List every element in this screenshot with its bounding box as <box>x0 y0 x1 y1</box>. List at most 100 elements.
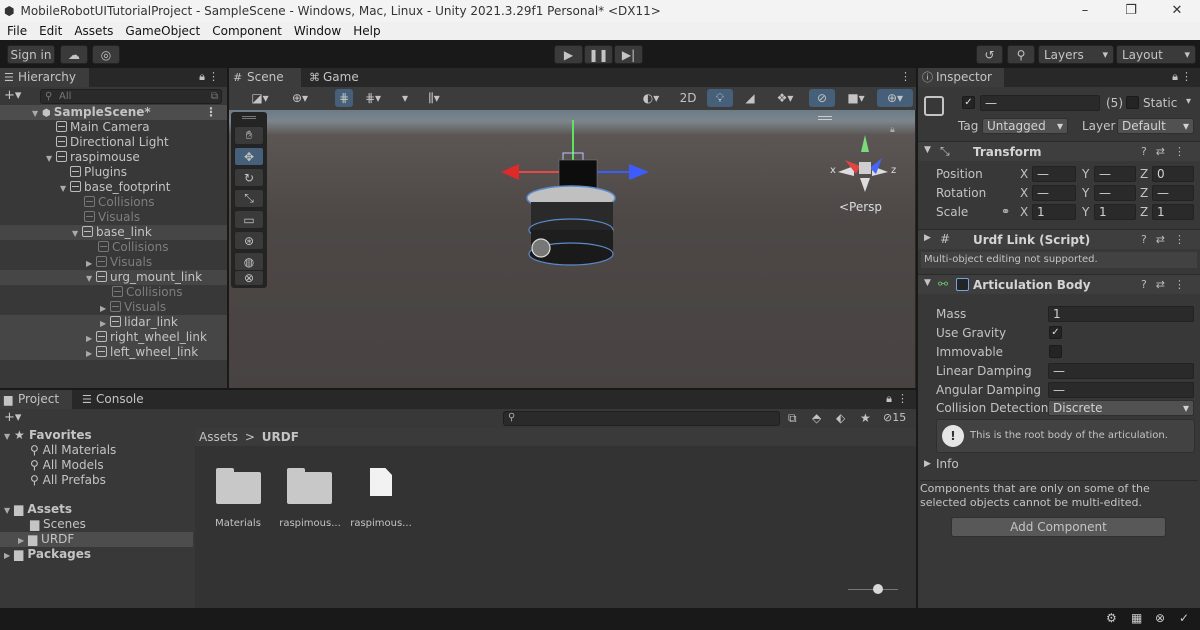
component-actions[interactable]: ?⇄⋮ <box>1141 145 1194 158</box>
lighting-toggle[interactable]: 💡︎ <box>707 89 733 107</box>
assets-group[interactable]: ▼ ▆ Assets <box>0 502 193 517</box>
expand-arrow-icon[interactable]: ▼ <box>4 429 14 444</box>
hand-tool-button[interactable]: ✋︎ <box>234 126 264 145</box>
expand-arrow-icon[interactable]: ▼ <box>46 151 56 166</box>
history-icon[interactable]: ↺ <box>976 45 1003 64</box>
rect-tool-button[interactable]: ▭ <box>234 210 264 229</box>
scene-viewport[interactable]: ✋︎ ✥ ↻ ⤡ ▭ ⊛ ◍ ⊗ x z 🔒︎ <Persp <box>229 110 915 388</box>
effects-dropdown[interactable]: ❖▾ <box>767 89 803 107</box>
favorite-all-models[interactable]: ⚲ All Models <box>0 458 193 473</box>
expand-arrow-icon[interactable]: ▶ <box>100 316 110 331</box>
tab-project[interactable]: ▆ Project <box>0 390 72 409</box>
expand-arrow-icon[interactable]: ▶ <box>86 331 96 346</box>
hierarchy-item-collisions[interactable]: Collisions <box>0 285 227 300</box>
hierarchy-item-raspimouse[interactable]: ▼ raspimouse <box>0 150 227 165</box>
use-gravity-checkbox[interactable]: ✓ <box>1049 326 1062 339</box>
asset-folder-raspimouse[interactable] <box>287 468 332 504</box>
expand-arrow-icon[interactable]: ▶ <box>86 256 96 271</box>
search-by-label-icon[interactable]: ⬘ <box>812 411 821 425</box>
scale-x-field[interactable]: 1 <box>1032 204 1076 220</box>
menu-help[interactable]: Help <box>353 24 380 38</box>
cloud-icon[interactable]: ☁ <box>60 45 88 64</box>
tab-game[interactable]: ⌘ Game <box>305 68 365 87</box>
gizmo-lock-icon[interactable]: 🔒︎ <box>890 125 895 135</box>
slider-handle[interactable] <box>873 584 883 594</box>
hierarchy-item-main-camera[interactable]: Main Camera <box>0 120 227 135</box>
tag-dropdown[interactable]: Untagged ▾ <box>982 118 1068 134</box>
transform-tool-button[interactable]: ⊛ <box>234 231 264 250</box>
hierarchy-item-visuals[interactable]: Visuals <box>0 210 227 225</box>
step-button[interactable]: ▶| <box>614 45 643 64</box>
tab-scene[interactable]: # Scene <box>229 68 301 87</box>
check-icon[interactable]: ✓ <box>1179 611 1189 625</box>
position-z-field[interactable]: 0 <box>1152 166 1194 182</box>
hierarchy-item-plugins[interactable]: Plugins <box>0 165 227 180</box>
hierarchy-item-directional-light[interactable]: Directional Light <box>0 135 227 150</box>
bug-icon[interactable]: ⚙ <box>1106 611 1117 625</box>
name-field[interactable]: — <box>980 95 1100 111</box>
expand-arrow-icon[interactable]: ▶ <box>86 346 96 361</box>
tab-hierarchy[interactable]: ☰ Hierarchy <box>0 68 89 87</box>
audio-toggle[interactable]: ◢ <box>737 89 763 107</box>
hierarchy-item-lidar-link[interactable]: ▶ lidar_link <box>0 315 227 330</box>
menu-component[interactable]: Component <box>212 24 282 38</box>
menu-edit[interactable]: Edit <box>39 24 62 38</box>
minimize-button[interactable]: – <box>1062 0 1108 22</box>
no-network-icon[interactable]: ⊗ <box>1155 611 1165 625</box>
rotation-y-field[interactable]: — <box>1094 185 1136 201</box>
more-menu-icon[interactable]: ⋮ <box>208 70 219 83</box>
grid-snapping-button[interactable]: ⋕ <box>335 89 353 107</box>
info-foldout-arrow-icon[interactable]: ▶ <box>924 459 931 469</box>
tag-icon[interactable]: ⬖ <box>836 411 845 425</box>
component-actions[interactable]: ?⇄⋮ <box>1141 278 1194 291</box>
expand-arrow-icon[interactable]: ▼ <box>60 181 70 196</box>
orientation-gizmo[interactable] <box>830 130 900 210</box>
favorite-all-materials[interactable]: ⚲ All Materials <box>0 443 193 458</box>
foldout-arrow-icon[interactable]: ▼ <box>924 145 931 155</box>
robot-model[interactable] <box>491 120 671 270</box>
menu-file[interactable]: File <box>7 24 27 38</box>
scale-y-field[interactable]: 1 <box>1094 204 1136 220</box>
folder-scenes[interactable]: ▆ Scenes <box>0 517 193 532</box>
angular-damping-field[interactable]: — <box>1048 382 1194 398</box>
layer-dropdown[interactable]: Default ▾ <box>1117 118 1194 134</box>
breadcrumb-assets[interactable]: Assets <box>199 430 238 444</box>
gizmos-dropdown[interactable]: ⊕▾ <box>877 89 913 107</box>
lock-icon[interactable]: 🔒︎ <box>1172 70 1178 84</box>
immovable-checkbox[interactable] <box>1049 345 1062 358</box>
rotate-tool-button[interactable]: ↻ <box>234 168 264 187</box>
info-foldout[interactable]: Info <box>936 457 959 471</box>
position-y-field[interactable]: — <box>1094 166 1136 182</box>
breadcrumb-urdf[interactable]: URDF <box>262 430 299 444</box>
foldout-arrow-icon[interactable]: ▼ <box>924 278 931 288</box>
scene-overlay-menu-icon[interactable] <box>818 116 832 120</box>
collision-detection-dropdown[interactable]: Discrete ▾ <box>1048 400 1194 416</box>
project-search-input[interactable]: ⚲ <box>503 411 780 426</box>
grid-dropdown[interactable]: ⋕▾ <box>355 89 391 107</box>
mass-field[interactable]: 1 <box>1048 306 1194 322</box>
transform-header[interactable]: ▼ ⤡ Transform ?⇄⋮ <box>918 141 1200 161</box>
active-checkbox[interactable]: ✓ <box>962 96 975 109</box>
expand-arrow-icon[interactable]: ▼ <box>32 106 42 121</box>
menu-assets[interactable]: Assets <box>74 24 113 38</box>
static-dropdown-icon[interactable]: ▾ <box>1186 96 1191 107</box>
create-asset-button[interactable]: +▾ <box>4 410 21 425</box>
scale-tool-button[interactable]: ⤡ <box>234 189 264 208</box>
add-component-button[interactable]: Add Component <box>951 517 1166 537</box>
lock-icon[interactable]: 🔒︎ <box>199 70 205 84</box>
favorite-all-prefabs[interactable]: ⚲ All Prefabs <box>0 473 193 488</box>
more-menu-icon[interactable]: ⋮ <box>205 105 217 120</box>
component-actions[interactable]: ?⇄⋮ <box>1141 233 1194 246</box>
expand-arrow-icon[interactable]: ▶ <box>100 301 110 316</box>
link-scale-icon[interactable]: ⚭ <box>1001 205 1010 218</box>
static-checkbox[interactable] <box>1126 96 1139 109</box>
cache-server-icon[interactable]: ▦ <box>1131 611 1142 625</box>
add-object-button[interactable]: +▾ <box>4 88 21 103</box>
custom-tool-button[interactable]: ◍ <box>234 252 264 271</box>
asset-folder-materials[interactable] <box>216 468 261 504</box>
more-menu-icon[interactable]: ⋮ <box>1181 70 1192 83</box>
hidden-packages-icon[interactable]: ⊘15 <box>883 411 906 424</box>
foldout-arrow-icon[interactable]: ▶ <box>924 233 931 243</box>
menu-gameobject[interactable]: GameObject <box>125 24 200 38</box>
articulation-body-header[interactable]: ▼ ⚯ Articulation Body ?⇄⋮ <box>918 274 1200 294</box>
